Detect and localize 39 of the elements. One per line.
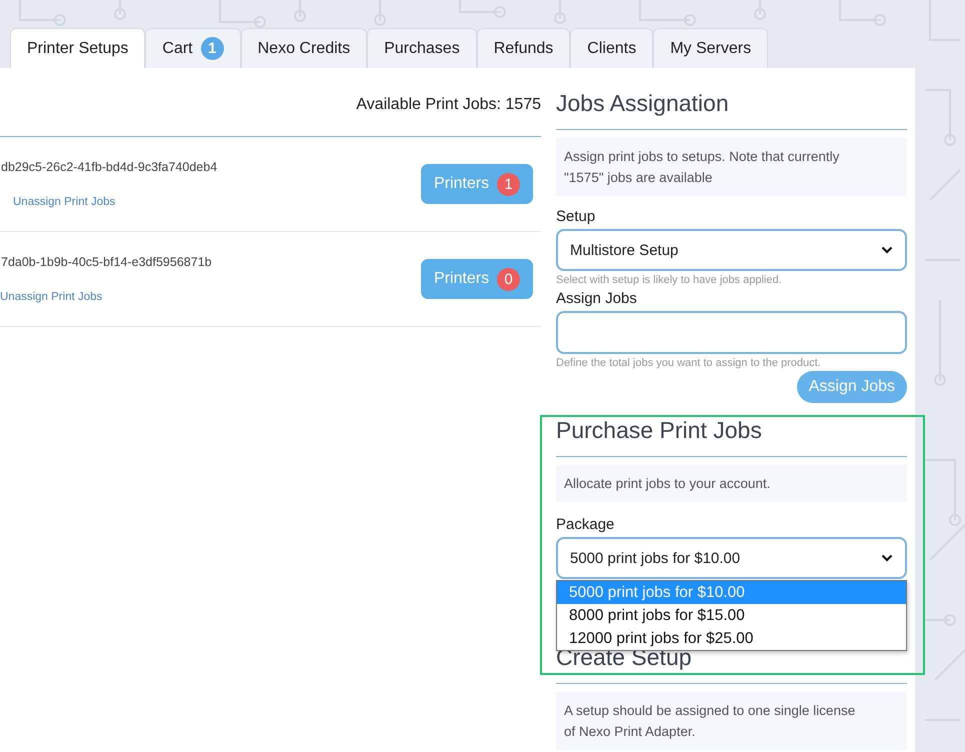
tab-label: Nexo Credits bbox=[258, 40, 350, 58]
tab-label: Purchases bbox=[384, 40, 460, 58]
help-text: Define the total jobs you want to assign to the product. bbox=[556, 357, 822, 369]
jobs-input[interactable] bbox=[556, 311, 907, 354]
unassign-link[interactable]: Unassign Print Jobs bbox=[13, 196, 218, 208]
count-badge: 0 bbox=[497, 268, 520, 290]
tab[interactable]: Purchases bbox=[367, 28, 477, 68]
section-title: Jobs Assignation bbox=[556, 90, 730, 118]
tab-label: Printer Setups bbox=[27, 40, 128, 58]
count-badge: 1 bbox=[497, 172, 520, 196]
dropdown-option[interactable]: 8000 print jobs for $15.00 bbox=[557, 604, 906, 627]
package-select[interactable]: 5000 print jobs for $10.00 bbox=[556, 537, 907, 579]
help-text: Select with setup is likely to have jobs applied. bbox=[556, 274, 783, 286]
tab[interactable]: My Servers bbox=[653, 28, 768, 68]
tab[interactable]: Cart 1 bbox=[145, 28, 241, 68]
tab[interactable]: Refunds bbox=[476, 28, 570, 68]
section-title: Purchase Print Jobs bbox=[556, 417, 763, 445]
setup-select[interactable]: Multistore Setup bbox=[556, 229, 907, 271]
unassign-link[interactable]: Unassign Print Jobs bbox=[0, 291, 212, 303]
info-text: A setup should be assigned to one single license of Nexo Print Adapter. bbox=[556, 692, 907, 750]
field-label: Package bbox=[556, 516, 616, 533]
chevron-down-icon bbox=[881, 554, 893, 562]
tab-label: Clients bbox=[587, 40, 636, 58]
field-label: Setup bbox=[556, 208, 596, 225]
tab-label: Cart bbox=[162, 40, 193, 58]
tab-label: My Servers bbox=[670, 40, 752, 58]
count-badge: 1 bbox=[200, 37, 224, 60]
info-text: Allocate print jobs to your account. bbox=[556, 465, 907, 502]
field-label: Assign Jobs bbox=[556, 290, 638, 307]
available-jobs-text: Available Print Jobs: 1575 bbox=[355, 96, 541, 115]
tab[interactable]: Clients bbox=[570, 28, 654, 68]
chevron-down-icon bbox=[881, 246, 893, 254]
setup-id: db29c5-26c2-41fb-bd4d-9c3fa740deb4 bbox=[0, 160, 218, 174]
setup-id: 7da0b-1b9b-40c5-bf14-e3df5956871b bbox=[0, 255, 212, 269]
tab[interactable]: Printer Setups bbox=[10, 28, 146, 69]
info-text: Assign print jobs to setups. Note that currently "1575" jobs are available bbox=[556, 138, 907, 196]
dropdown-option[interactable]: 12000 print jobs for $25.00 bbox=[557, 627, 906, 650]
tab[interactable]: Nexo Credits bbox=[240, 28, 368, 68]
tab-label: Refunds bbox=[494, 40, 554, 58]
